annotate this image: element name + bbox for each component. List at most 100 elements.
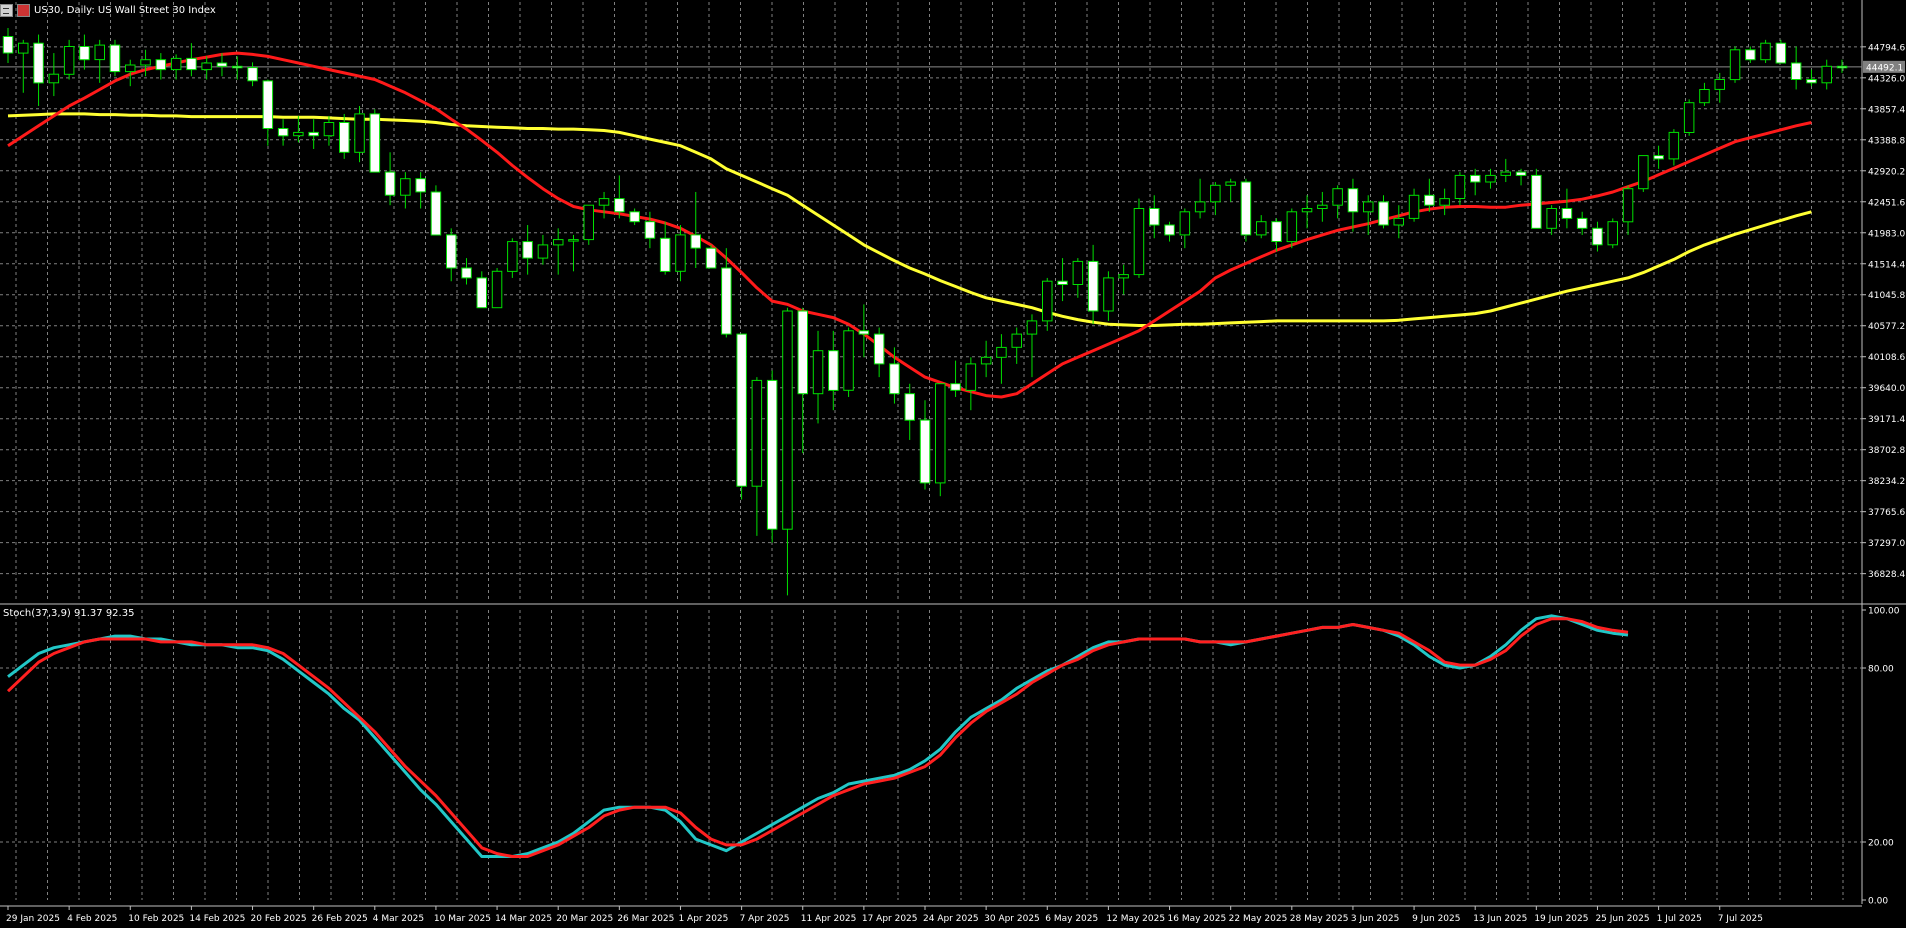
candle-bear (690, 234, 701, 249)
candle-bear (1531, 174, 1542, 229)
candle-bull (1439, 198, 1450, 206)
candle-bear (1149, 208, 1160, 226)
candle-bear (904, 393, 915, 421)
candle-bear (1653, 155, 1664, 160)
candle-bear (262, 80, 274, 129)
stoch-signal-line (6, 617, 1629, 858)
candle-bear (79, 46, 90, 61)
candle-bull (507, 241, 518, 272)
candle-bear (950, 383, 961, 391)
candle-bull (1393, 217, 1404, 226)
candle-bull (63, 46, 75, 75)
candle-bull (1332, 188, 1343, 206)
stoch-panel: 0.00 20.00 80.00 100.00 (6, 607, 1900, 907)
candle-bear (247, 67, 258, 82)
price-tick-label: 36828.4 (1868, 570, 1905, 580)
candle-bear (1378, 201, 1389, 226)
candle-bull (1317, 204, 1328, 209)
candle-bull (980, 356, 992, 365)
time-tick-label: 6 May 2025 (1045, 914, 1098, 924)
chart-window-icon[interactable] (0, 3, 13, 17)
candle-bull (48, 73, 60, 84)
candle-bear (1087, 260, 1099, 312)
candle-bear (430, 191, 442, 236)
candles (2, 27, 1848, 596)
candle-bear (415, 178, 426, 193)
stoch-main-line (7, 614, 1629, 858)
symbol-icon (17, 3, 30, 17)
candle-bull (1485, 174, 1496, 183)
candle-bull (1714, 79, 1725, 90)
candle-bear (889, 363, 900, 395)
candle-bear (446, 234, 457, 269)
candle-bull (1408, 194, 1420, 219)
candle-bear (1057, 280, 1068, 286)
price-tick-label: 37297.0 (1868, 539, 1905, 549)
time-tick-label: 7 Apr 2025 (740, 914, 790, 924)
time-tick-label: 13 Jun 2025 (1473, 914, 1527, 924)
candle-bull (491, 270, 503, 309)
price-tick-label: 44794.6 (1868, 43, 1905, 53)
candle-bear (1836, 65, 1848, 69)
chart-svg[interactable]: 36828.4 37297.0 37765.6 38234.2 38702.8 39171… (0, 0, 1906, 924)
time-tick-label: 25 Jun 2025 (1595, 914, 1649, 924)
candle-bull (782, 310, 793, 530)
candle-bear (369, 113, 381, 173)
time-tick-label: 29 Jan 2025 (6, 914, 60, 924)
candle-bull (1225, 181, 1236, 186)
candle-bear (644, 221, 656, 239)
candle-bull (1683, 102, 1695, 133)
candle-bull (1821, 65, 1832, 84)
price-tick-label: 39171.4 (1868, 415, 1905, 425)
price-tick-label: 37765.6 (1868, 508, 1905, 518)
candle-bull (94, 44, 105, 61)
stoch-indicator-label: Stoch(37,3,9) 91.37 92.35 (3, 608, 135, 619)
candle-bull (1118, 274, 1129, 279)
candle-bear (705, 247, 717, 269)
time-tick-label: 19 Jun 2025 (1534, 914, 1588, 924)
stoch-tick-label: 80.00 (1868, 665, 1894, 675)
candle-bear (1470, 174, 1481, 183)
candle-bear (232, 65, 243, 69)
candle-bull (1638, 155, 1649, 190)
candle-bull (1179, 211, 1191, 236)
price-tick-label: 43857.4 (1868, 105, 1905, 115)
price-tick-label: 41983.0 (1868, 229, 1905, 239)
chart-area[interactable]: 36828.4 37297.0 37765.6 38234.2 38702.8 39171… (0, 0, 1906, 924)
candle-bear (919, 419, 931, 484)
time-axis: 29 Jan 2025 4 Feb 2025 10 Feb 2025 14 Feb 2… (6, 906, 1763, 924)
price-tick-label: 43388.8 (1868, 136, 1905, 146)
candle-bear (522, 241, 533, 259)
time-tick-label: 26 Mar 2025 (617, 914, 674, 924)
candle-bear (155, 59, 167, 71)
candle-bear (384, 171, 396, 196)
time-tick-label: 4 Mar 2025 (373, 914, 424, 924)
candle-bull (1072, 260, 1084, 285)
price-tick-label: 40577.2 (1868, 322, 1905, 332)
candle-bull (293, 131, 304, 137)
stoch-tick-label: 100.00 (1868, 607, 1900, 617)
candle-bear (308, 131, 319, 137)
candle-bear (476, 277, 487, 309)
candle-bull (583, 204, 594, 241)
candle-bear (873, 333, 885, 365)
time-tick-label: 20 Mar 2025 (556, 914, 613, 924)
candle-bull (1133, 208, 1145, 276)
candle-bear (1806, 79, 1817, 84)
time-tick-label: 9 Jun 2025 (1412, 914, 1460, 924)
time-tick-label: 3 Jun 2025 (1351, 914, 1399, 924)
time-tick-label: 20 Feb 2025 (251, 914, 307, 924)
candle-bull (1194, 201, 1206, 213)
time-tick-label: 22 May 2025 (1229, 914, 1288, 924)
candle-bull (170, 57, 182, 71)
price-tick-label: 39640.0 (1868, 384, 1905, 394)
candle-bear (109, 44, 121, 73)
candle-bull (1500, 171, 1511, 176)
candle-bull (1363, 201, 1374, 213)
candle-bear (33, 42, 44, 84)
candle-bear (766, 379, 778, 530)
candle-bull (1210, 184, 1221, 203)
price-tick-label: 42451.6 (1868, 198, 1905, 208)
candle-bear (797, 310, 808, 395)
candle-bull (751, 379, 763, 487)
